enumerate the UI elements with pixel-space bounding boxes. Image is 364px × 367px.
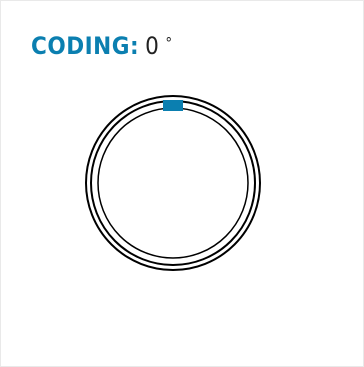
coding-panel: CODING: 0 ° — [0, 0, 364, 367]
dial-outer-ring — [85, 95, 261, 271]
degree-unit: ° — [165, 34, 173, 52]
dial-inner-ring — [97, 107, 249, 259]
coding-dial[interactable] — [83, 93, 263, 273]
coding-value: 0 — [145, 32, 160, 60]
coding-label: CODING: — [31, 32, 140, 60]
dial-graphic — [85, 95, 261, 271]
dial-marker-group — [163, 100, 183, 111]
dial-position-marker[interactable] — [163, 100, 183, 111]
dial-middle-ring — [90, 100, 256, 266]
coding-heading: CODING: 0 ° — [31, 31, 173, 61]
